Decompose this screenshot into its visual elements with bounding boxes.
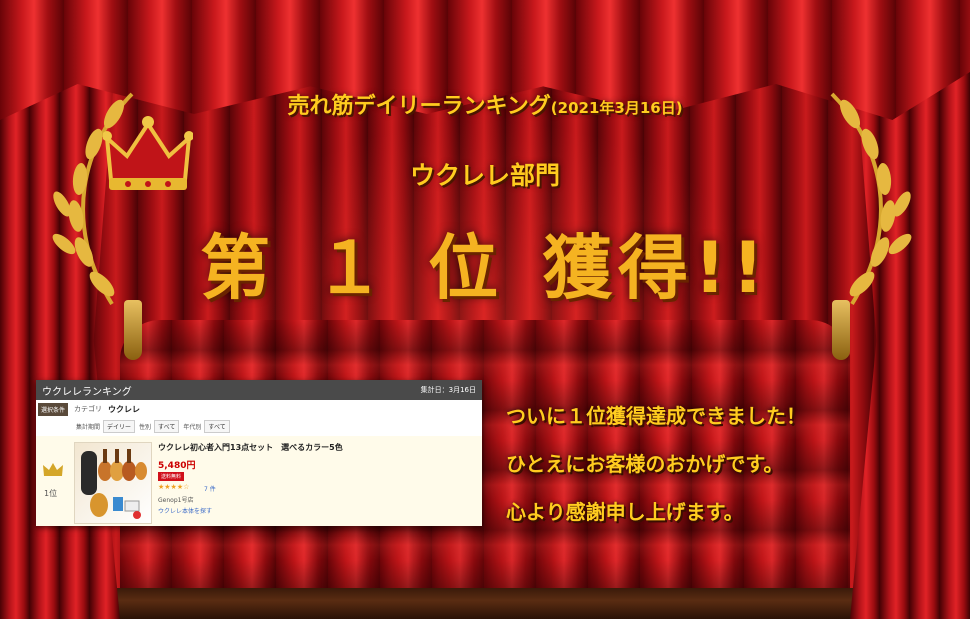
shop-name[interactable]: Genop1号店 — [158, 495, 193, 504]
period-label: 集計期間 — [76, 423, 101, 431]
panel-updated: 集計日：3月16日 — [420, 386, 476, 394]
ranking-screenshot-panel: ウクレレランキング 集計日：3月16日 選択条件 カテゴリ ウクレレ 集計期間 … — [36, 380, 482, 526]
product-price: 5,480円 — [158, 461, 196, 471]
age-label: 年代別 — [183, 423, 202, 431]
product-image[interactable] — [74, 442, 152, 524]
ukulele-set-icon — [81, 449, 147, 519]
age-chip[interactable]: すべて — [204, 419, 230, 433]
gender-label: 性別 — [139, 423, 152, 431]
condition-row: 選択条件 カテゴリ ウクレレ — [36, 400, 482, 418]
panel-title: ウクレレランキング — [42, 386, 132, 398]
star-icon: ★★★★☆ — [158, 483, 190, 491]
message-line-1: ついに１位獲得達成できました！ — [506, 404, 806, 428]
rank-label: 1位 — [44, 489, 58, 498]
headline-number: １ — [314, 227, 391, 309]
period-chip[interactable]: デイリー — [103, 419, 136, 433]
headline-i: 位 — [428, 227, 505, 309]
thank-you-message: ついに１位獲得達成できました！ ひとえにお客様のおかげです。 心より感謝申し上げ… — [506, 392, 956, 536]
rank-crown-icon — [43, 463, 63, 476]
first-place-headline: 第 １ 位獲得!! — [0, 212, 970, 313]
condition-badge: 選択条件 — [38, 402, 69, 416]
panel-header: ウクレレランキング 集計日：3月16日 — [36, 380, 482, 400]
message-line-3: 心より感謝申し上げます。 — [506, 500, 744, 524]
filter-row: 集計期間 デイリー 性別 すべて 年代別 すべて — [36, 418, 482, 434]
message-line-2: ひとえにお客様のおかげです。 — [506, 452, 784, 476]
department-title: ウクレレ部門 — [409, 161, 560, 190]
review-count-link[interactable]: 7 件 — [204, 484, 216, 493]
subtitle-text: 売れ筋デイリーランキング — [287, 94, 551, 119]
headline-dai: 第 — [200, 227, 277, 309]
ranking-item-row[interactable]: 1位 ウクレレ初心者入門13点セット 選べるカラー5色 5,480円 送料無料 … — [36, 436, 482, 526]
headline-kakutoku: 獲得!! — [542, 227, 770, 309]
category-label: カテゴリ — [74, 405, 103, 413]
free-shipping-badge: 送料無料 — [158, 472, 185, 481]
gender-chip[interactable]: すべて — [154, 419, 180, 433]
product-title-link[interactable]: ウクレレ初心者入門13点セット 選べるカラー5色 — [158, 442, 343, 453]
stage-floor — [0, 588, 970, 619]
ranking-subtitle: 売れ筋デイリーランキング(2021年3月16日) — [0, 88, 970, 120]
category-value: ウクレレ — [108, 404, 141, 414]
search-link[interactable]: ウクレレ本体を探す — [158, 506, 212, 515]
subtitle-date: (2021年3月16日) — [550, 99, 683, 117]
